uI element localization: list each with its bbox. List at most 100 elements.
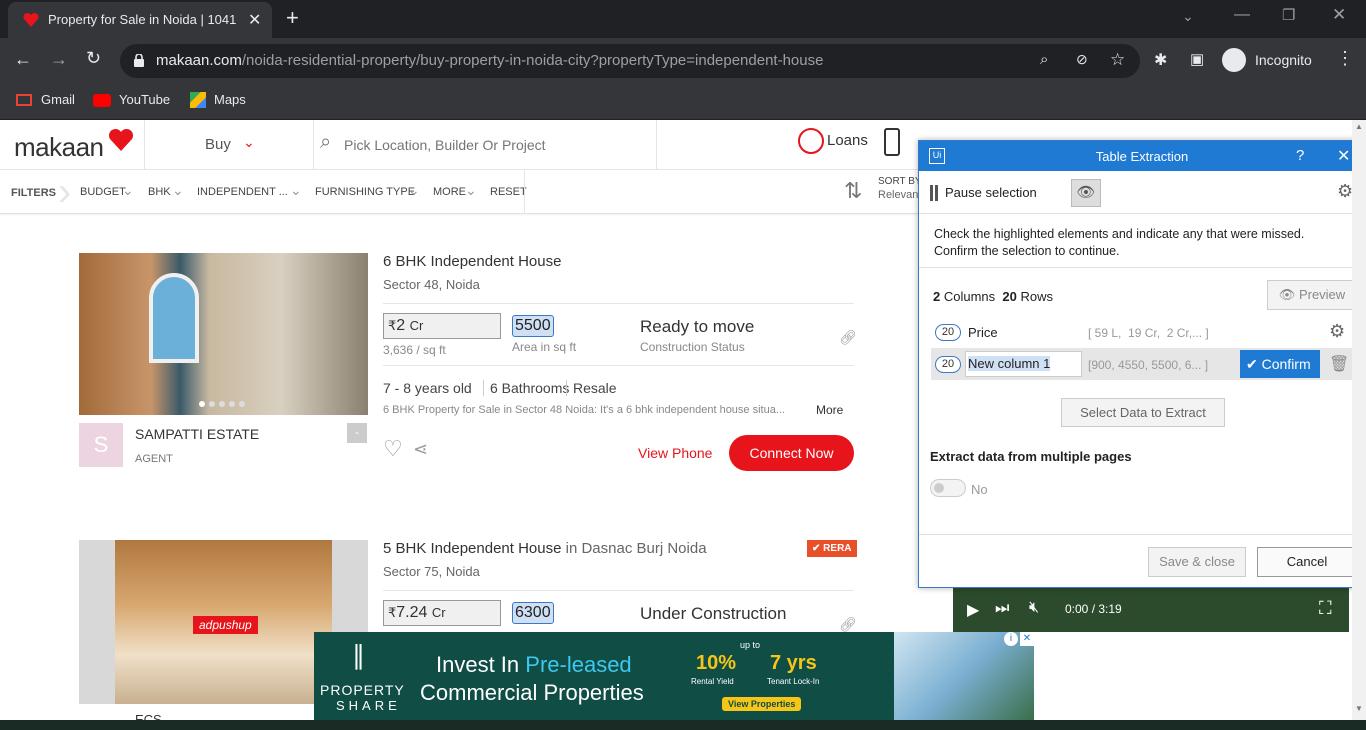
multi-page-toggle[interactable] (930, 479, 966, 497)
extensions-icon[interactable]: ✱ (1154, 50, 1167, 70)
restore-icon[interactable]: ❐ (1282, 6, 1295, 24)
zoom-search-icon[interactable]: ⌕ (1040, 51, 1048, 68)
header-divider (656, 120, 657, 170)
bookmark-maps[interactable]: Maps (214, 92, 246, 107)
link-icon[interactable]: 🔗︎ (839, 329, 857, 346)
chevron-down-icon: ⌄ (465, 182, 477, 198)
ad-info-icon[interactable]: i (1004, 632, 1018, 646)
menu-icon[interactable]: ⋮ (1336, 48, 1354, 69)
filters-label[interactable]: FILTERS (11, 187, 56, 199)
page-scrollbar[interactable]: ▲ ▼ (1352, 120, 1366, 720)
filter-budget[interactable]: BUDGET (80, 186, 126, 198)
bookmark-youtube[interactable]: YouTube (119, 92, 170, 107)
price-value: 2 (396, 317, 406, 334)
filter-bhk[interactable]: BHK (148, 186, 171, 198)
play-icon[interactable]: ▶ (967, 600, 979, 620)
mute-icon[interactable]: 🔇︎ (1029, 599, 1039, 617)
column-name-input[interactable]: New column 1 (965, 351, 1082, 377)
instructions-text: Check the highlighted elements and indic… (934, 227, 1305, 258)
ad-banner[interactable]: ∥ PROPERTY SHARE Invest In Pre-leased Co… (314, 632, 1034, 720)
more-link[interactable]: More (816, 403, 843, 417)
listing-title[interactable]: 5 BHK Independent House in Dasnac Burj N… (383, 540, 707, 557)
new-tab-icon[interactable]: + (286, 5, 299, 31)
close-tab-icon[interactable]: ✕ (248, 10, 261, 30)
select-data-button[interactable]: Select Data to Extract (1061, 398, 1225, 427)
sidepanel-icon[interactable]: ▣ (1190, 50, 1204, 68)
carousel-dots[interactable] (199, 401, 249, 407)
fullscreen-icon[interactable]: ⛶ (1319, 598, 1332, 619)
column-settings-icon[interactable]: ⚙ (1329, 321, 1345, 342)
ad-close-icon[interactable]: ✕ (1020, 632, 1034, 646)
address-bar[interactable]: makaan.com/noida-residential-property/bu… (120, 44, 1140, 78)
listing-title[interactable]: 6 BHK Independent House (383, 253, 561, 270)
eye-off-icon[interactable]: ⊘ (1076, 51, 1088, 68)
buy-dropdown[interactable]: Buy (205, 136, 231, 153)
help-icon[interactable]: ? (1296, 147, 1304, 164)
scroll-down-icon[interactable]: ▼ (1355, 704, 1363, 713)
minimize-icon[interactable]: — (1234, 6, 1250, 24)
listing-photo[interactable] (79, 253, 368, 415)
area-value: 5500 (512, 315, 554, 337)
filter-property-type[interactable]: INDEPENDENT ... (197, 186, 288, 198)
reload-icon[interactable]: ↻ (86, 48, 101, 69)
ad-cta-button[interactable]: View Properties (722, 697, 802, 711)
construction-status: Ready to move (640, 317, 755, 336)
columns-rows-summary: 2 Columns 20 Rows (933, 289, 1053, 304)
location-search-input[interactable] (344, 134, 644, 156)
link-icon[interactable]: 🔗︎ (839, 616, 857, 633)
scroll-up-icon[interactable]: ▲ (1355, 122, 1363, 131)
dialog-divider (919, 267, 1365, 268)
sort-icon[interactable]: ⇅ (844, 178, 862, 204)
star-icon[interactable]: ☆ (1110, 50, 1125, 70)
filter-more[interactable]: MORE (433, 186, 466, 198)
profile-label[interactable]: Incognito (1255, 52, 1312, 68)
sale-type: Resale (566, 380, 617, 396)
view-phone-link[interactable]: View Phone (638, 445, 712, 461)
tab-search-icon[interactable]: ⌄ (1182, 8, 1194, 25)
close-window-icon[interactable]: ✕ (1332, 5, 1346, 25)
ad-stat2-label: Tenant Lock-In (767, 677, 820, 686)
search-icon: ⌕ (320, 131, 332, 153)
save-close-button[interactable]: Save & close (1148, 547, 1246, 577)
bathrooms: 6 Bathrooms (483, 380, 569, 396)
lock-icon (134, 53, 144, 67)
price-unit: Cr (409, 318, 424, 333)
connect-now-button[interactable]: Connect Now (729, 435, 854, 471)
makaan-logo[interactable]: makaan (14, 132, 104, 163)
delete-column-icon[interactable]: 🗑︎ (1329, 354, 1349, 374)
listing-locality: Sector 48, Noida (383, 277, 480, 292)
cancel-button[interactable]: Cancel (1257, 547, 1357, 577)
share-icon[interactable]: ⋖ (413, 439, 428, 460)
close-dialog-icon[interactable]: ✕ (1337, 146, 1350, 166)
price-per-sqft: 3,636 / sq ft (383, 343, 446, 357)
bookmark-gmail[interactable]: Gmail (41, 92, 75, 107)
incognito-icon[interactable] (1222, 48, 1246, 72)
table-extraction-dialog: Ui Table Extraction ? ✕ Pause selection … (918, 140, 1366, 588)
heart-icon[interactable]: ♡ (383, 436, 403, 462)
check-icon: ✔ (1246, 356, 1258, 372)
toggle-knob (934, 483, 944, 493)
preview-button[interactable]: 👁︎ Preview (1267, 280, 1357, 310)
next-icon[interactable]: ⏭︎ (995, 600, 1009, 618)
rera-badge: ✔ RERA (807, 540, 857, 557)
video-player[interactable]: ▶ ⏭︎ 🔇︎ 0:00 / 3:19 ⛶ (953, 588, 1349, 632)
back-icon[interactable]: ← (14, 49, 32, 70)
loans-link[interactable]: Loans (827, 132, 868, 149)
pause-icon (930, 185, 938, 201)
column-name-price[interactable]: Price (968, 325, 998, 340)
confirm-button[interactable]: ✔ Confirm (1240, 350, 1320, 378)
eye-toggle-button[interactable]: 👁︎ (1071, 179, 1101, 207)
filter-furnishing[interactable]: FURNISHING TYPE (315, 186, 415, 198)
listing-card[interactable]: S SAMPATTI ESTATE AGENT - 6 BHK Independ… (79, 253, 859, 473)
property-age: 7 - 8 years old (383, 380, 472, 396)
browser-tab[interactable]: Property for Sale in Noida | 1041 ✕ (8, 2, 272, 38)
settings-gear-icon[interactable]: ⚙ (1337, 181, 1353, 202)
forward-icon[interactable]: → (50, 49, 68, 70)
window-decor (149, 273, 199, 363)
filter-reset[interactable]: RESET (490, 186, 527, 198)
column-name-text: New column 1 (968, 356, 1051, 371)
pause-selection-button[interactable]: Pause selection (945, 185, 1037, 200)
agent-name[interactable]: SAMPATTI ESTATE (135, 426, 259, 442)
property-share-logo-icon: ∥ (352, 640, 365, 670)
header-divider (313, 120, 314, 170)
